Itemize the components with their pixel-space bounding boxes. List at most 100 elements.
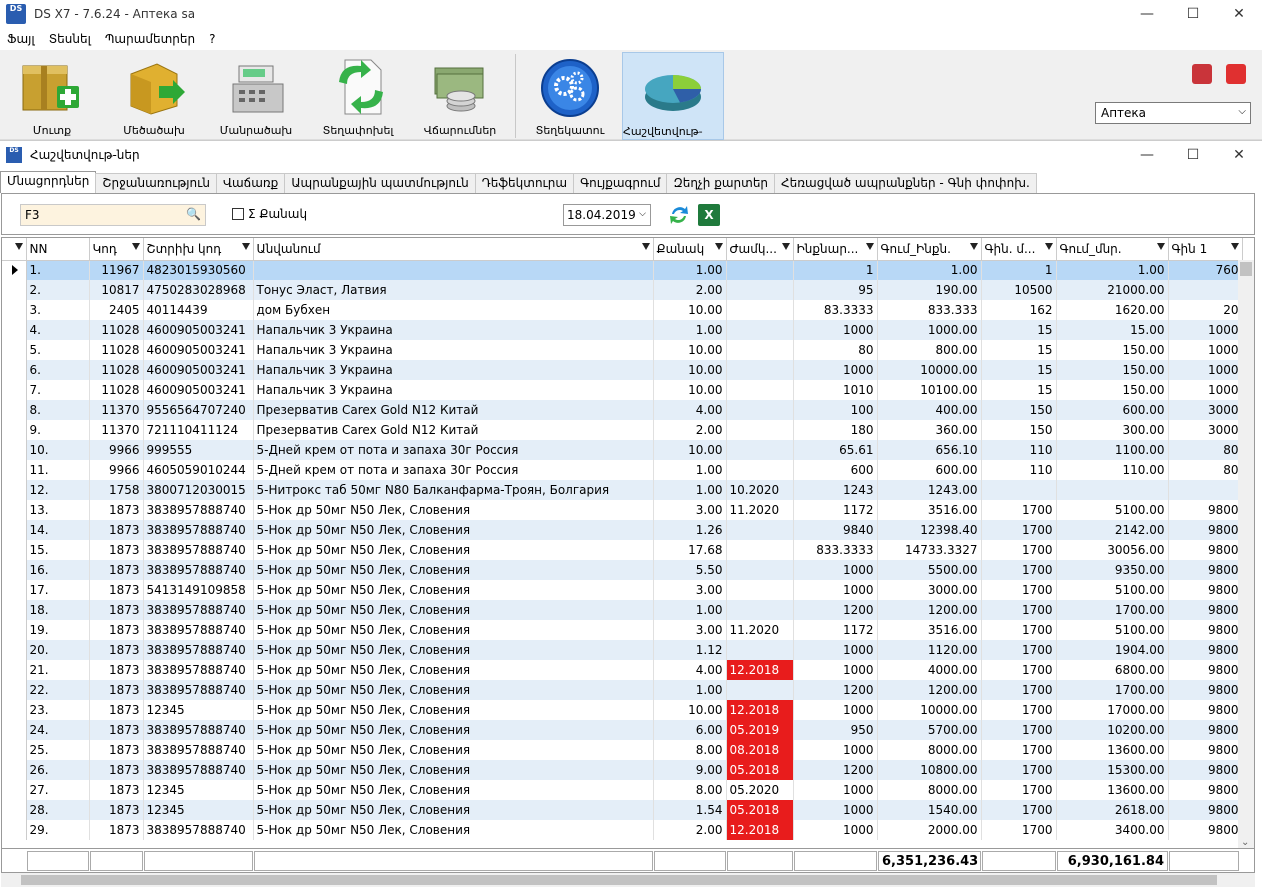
table-cell[interactable]: 1700 (981, 600, 1057, 620)
row-indicator[interactable] (2, 560, 27, 580)
table-cell[interactable]: 150.00 (1056, 340, 1169, 360)
table-cell[interactable]: 1010 (793, 380, 878, 400)
table-cell[interactable]: 15 (981, 340, 1057, 360)
table-cell[interactable]: 3838957888740 (143, 680, 254, 700)
scroll-thumb[interactable] (21, 875, 1217, 885)
tab-removed-products[interactable]: Հեռացված ապրանքներ - Գնի փոփոխ. (774, 173, 1037, 193)
table-cell[interactable]: 1000 (1168, 380, 1243, 400)
search-icon[interactable]: 🔍 (186, 207, 201, 221)
table-cell[interactable] (726, 640, 794, 660)
table-cell[interactable]: 12.2018 (726, 700, 794, 720)
table-cell[interactable]: 4600905003241 (143, 340, 254, 360)
table-cell[interactable]: 13600.00 (1056, 740, 1169, 760)
table-cell[interactable]: 5-Нок др 50мг N50 Лек, Словения (253, 640, 654, 660)
table-cell[interactable]: 8000.00 (877, 780, 982, 800)
table-cell[interactable]: 1.00 (653, 320, 727, 340)
table-cell[interactable]: 3838957888740 (143, 720, 254, 740)
table-cell[interactable]: 3800712030015 (143, 480, 254, 500)
table-cell[interactable]: 1758 (89, 480, 144, 500)
table-row[interactable]: 26. 1873 3838957888740 5-Нок др 50мг N50 Ле… (2, 760, 1243, 780)
reference-button[interactable]: Տեղեկատու (520, 52, 620, 140)
pharmacy-select[interactable]: Аптека ⌵ (1095, 102, 1251, 124)
filter-icon[interactable] (1156, 243, 1165, 250)
table-row[interactable]: 18. 1873 3838957888740 5-Нок др 50мг N50 Ле… (2, 600, 1243, 620)
table-cell[interactable]: 4.00 (653, 400, 727, 420)
table-cell[interactable]: 12345 (143, 800, 254, 820)
table-cell[interactable] (726, 580, 794, 600)
table-cell[interactable]: 15 (981, 380, 1057, 400)
tab-product-history[interactable]: Ապրանքային պատմություն (284, 173, 476, 193)
table-cell[interactable]: 2.00 (653, 420, 727, 440)
filter-icon[interactable] (1044, 243, 1053, 250)
table-cell[interactable]: 10100.00 (877, 380, 982, 400)
table-cell[interactable]: 9800 (1168, 820, 1243, 840)
table-cell[interactable]: 17000.00 (1056, 700, 1169, 720)
table-cell[interactable]: 1200 (793, 760, 878, 780)
table-cell[interactable]: 12345 (143, 780, 254, 800)
table-cell[interactable]: 3838957888740 (143, 740, 254, 760)
table-cell[interactable]: 3. (26, 300, 90, 320)
col-name[interactable]: Անվանում (253, 238, 654, 261)
table-row[interactable]: 3. 2405 40114439 дом Бубхен 10.00 83.3333 833… (2, 300, 1243, 320)
table-cell[interactable]: Презерватив Carex Gold N12 Китай (253, 400, 654, 420)
table-cell[interactable]: 3516.00 (877, 500, 982, 520)
table-cell[interactable]: 1700 (981, 740, 1057, 760)
table-cell[interactable]: 4.00 (653, 660, 727, 680)
table-cell[interactable]: 3838957888740 (143, 540, 254, 560)
table-cell[interactable]: 162 (981, 300, 1057, 320)
table-cell[interactable]: 28. (26, 800, 90, 820)
table-cell[interactable] (726, 520, 794, 540)
table-row[interactable]: 1. 11967 4823015930560 1.00 1 1.00 1 1.00 760 (2, 260, 1243, 280)
table-cell[interactable]: 80 (1168, 440, 1243, 460)
table-cell[interactable]: 1000 (793, 320, 878, 340)
table-cell[interactable]: 7. (26, 380, 90, 400)
table-cell[interactable]: 11028 (89, 360, 144, 380)
row-indicator[interactable] (2, 600, 27, 620)
col-expiry[interactable]: Ժամկ... (726, 238, 794, 261)
table-cell[interactable]: 1700 (981, 560, 1057, 580)
table-cell[interactable]: 1873 (89, 700, 144, 720)
table-cell[interactable]: 1700.00 (1056, 600, 1169, 620)
table-cell[interactable]: 1243.00 (877, 480, 982, 500)
table-cell[interactable]: 1700 (981, 700, 1057, 720)
table-cell[interactable]: 13. (26, 500, 90, 520)
table-cell[interactable]: Напальчик 3 Украина (253, 360, 654, 380)
table-cell[interactable] (726, 300, 794, 320)
transfer-button[interactable]: Տեղափոխել (308, 52, 408, 140)
table-cell[interactable]: 2618.00 (1056, 800, 1169, 820)
table-cell[interactable]: 9556564707240 (143, 400, 254, 420)
table-cell[interactable]: 10. (26, 440, 90, 460)
table-cell[interactable]: 1000 (793, 640, 878, 660)
table-cell[interactable] (726, 400, 794, 420)
table-cell[interactable]: 1873 (89, 540, 144, 560)
refresh-icon[interactable] (668, 204, 690, 226)
table-cell[interactable]: 16. (26, 560, 90, 580)
table-cell[interactable] (726, 560, 794, 580)
table-cell[interactable]: 300.00 (1056, 420, 1169, 440)
table-row[interactable]: 11. 9966 4605059010244 5-Дней крем от пота … (2, 460, 1243, 480)
table-cell[interactable]: 2.00 (653, 280, 727, 300)
table-cell[interactable]: 800.00 (877, 340, 982, 360)
row-indicator[interactable] (2, 680, 27, 700)
table-cell[interactable]: 5-Нок др 50мг N50 Лек, Словения (253, 500, 654, 520)
row-indicator[interactable] (2, 540, 27, 560)
table-cell[interactable]: 9966 (89, 460, 144, 480)
scroll-thumb[interactable] (1240, 262, 1252, 276)
table-cell[interactable]: 950 (793, 720, 878, 740)
table-cell[interactable]: 9. (26, 420, 90, 440)
table-cell[interactable]: 10000.00 (877, 700, 982, 720)
table-cell[interactable]: 1200.00 (877, 680, 982, 700)
table-cell[interactable]: 3838957888740 (143, 560, 254, 580)
table-cell[interactable]: 9800 (1168, 560, 1243, 580)
table-cell[interactable]: 11.2020 (726, 500, 794, 520)
table-row[interactable]: 8. 11370 9556564707240 Презерватив Carex Go… (2, 400, 1243, 420)
table-cell[interactable]: 3838957888740 (143, 600, 254, 620)
table-row[interactable]: 27. 1873 12345 5-Нок др 50мг N50 Лек, Слове… (2, 780, 1243, 800)
table-cell[interactable] (726, 340, 794, 360)
menu-settings[interactable]: Պարամետրեր (98, 32, 202, 46)
table-cell[interactable]: 1700 (981, 580, 1057, 600)
filter-icon[interactable] (714, 243, 723, 250)
table-cell[interactable]: 05.2018 (726, 800, 794, 820)
table-row[interactable]: 22. 1873 3838957888740 5-Нок др 50мг N50 Ле… (2, 680, 1243, 700)
table-cell[interactable] (726, 320, 794, 340)
